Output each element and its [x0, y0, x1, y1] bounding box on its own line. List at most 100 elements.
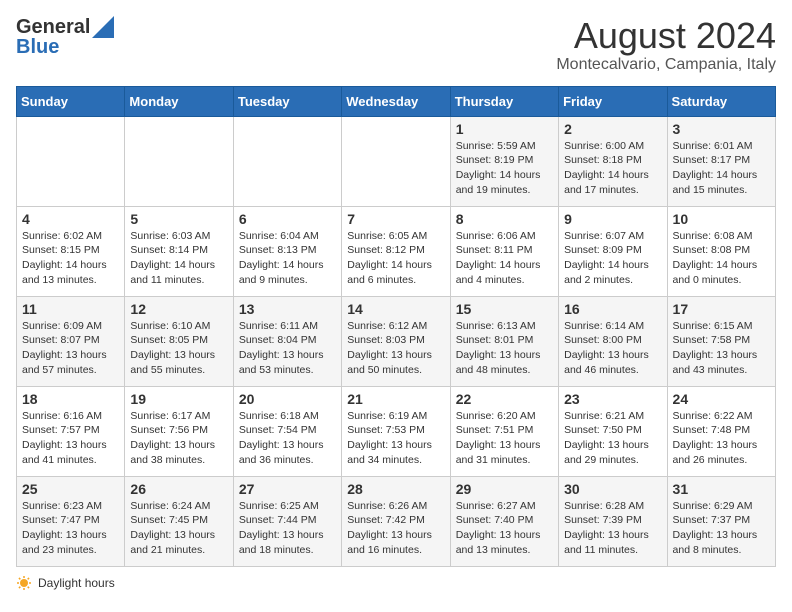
- calendar-cell: [233, 116, 341, 206]
- calendar-cell: 19 Sunrise: 6:17 AMSunset: 7:56 PMDayligh…: [125, 386, 233, 476]
- day-info: Sunrise: 6:02 AMSunset: 8:15 PMDaylight:…: [22, 229, 119, 288]
- calendar-cell: 2 Sunrise: 6:00 AMSunset: 8:18 PMDaylight…: [559, 116, 667, 206]
- calendar-cell: [342, 116, 450, 206]
- day-info: Sunrise: 6:12 AMSunset: 8:03 PMDaylight:…: [347, 319, 444, 378]
- calendar-cell: 6 Sunrise: 6:04 AMSunset: 8:13 PMDaylight…: [233, 206, 341, 296]
- day-number: 27: [239, 481, 336, 497]
- calendar-cell: 8 Sunrise: 6:06 AMSunset: 8:11 PMDaylight…: [450, 206, 558, 296]
- day-number: 20: [239, 391, 336, 407]
- calendar-cell: 23Sunrise: 6:21 AMSunset: 7:50 PMDayligh…: [559, 386, 667, 476]
- day-number: 3: [673, 121, 770, 137]
- day-info: Sunrise: 6:04 AMSunset: 8:13 PMDaylight:…: [239, 229, 336, 288]
- calendar-cell: 9 Sunrise: 6:07 AMSunset: 8:09 PMDaylight…: [559, 206, 667, 296]
- day-number: 16: [564, 301, 661, 317]
- day-info: Sunrise: 6:27 AMSunset: 7:40 PMDaylight:…: [456, 499, 553, 558]
- day-number: 31: [673, 481, 770, 497]
- day-number: 24: [673, 391, 770, 407]
- calendar-cell: [17, 116, 125, 206]
- calendar-cell: 25Sunrise: 6:23 AMSunset: 7:47 PMDayligh…: [17, 476, 125, 566]
- day-number: 6: [239, 211, 336, 227]
- day-info: Sunrise: 6:03 AMSunset: 8:14 PMDaylight:…: [130, 229, 227, 288]
- day-info: Sunrise: 6:20 AMSunset: 7:51 PMDaylight:…: [456, 409, 553, 468]
- logo: General Blue: [16, 16, 114, 58]
- day-number: 9: [564, 211, 661, 227]
- day-info: Sunrise: 6:01 AMSunset: 8:17 PMDaylight:…: [673, 139, 770, 198]
- col-friday: Friday: [559, 86, 667, 116]
- calendar-header: Sunday Monday Tuesday Wednesday Thursday…: [17, 86, 776, 116]
- day-number: 7: [347, 211, 444, 227]
- day-info: Sunrise: 6:07 AMSunset: 8:09 PMDaylight:…: [564, 229, 661, 288]
- day-number: 4: [22, 211, 119, 227]
- day-info: Sunrise: 6:15 AMSunset: 7:58 PMDaylight:…: [673, 319, 770, 378]
- col-monday: Monday: [125, 86, 233, 116]
- title-block: August 2024 Montecalvario, Campania, Ita…: [556, 16, 776, 74]
- logo-general-text: General: [16, 16, 90, 38]
- page-subtitle: Montecalvario, Campania, Italy: [556, 56, 776, 74]
- calendar-cell: 28Sunrise: 6:26 AMSunset: 7:42 PMDayligh…: [342, 476, 450, 566]
- day-info: Sunrise: 6:28 AMSunset: 7:39 PMDaylight:…: [564, 499, 661, 558]
- day-info: Sunrise: 6:18 AMSunset: 7:54 PMDaylight:…: [239, 409, 336, 468]
- day-number: 30: [564, 481, 661, 497]
- week-row-3: 11 Sunrise: 6:09 AMSunset: 8:07 PMDayligh…: [17, 296, 776, 386]
- day-info: Sunrise: 6:05 AMSunset: 8:12 PMDaylight:…: [347, 229, 444, 288]
- col-sunday: Sunday: [17, 86, 125, 116]
- day-info: Sunrise: 6:29 AMSunset: 7:37 PMDaylight:…: [673, 499, 770, 558]
- calendar-cell: 26 Sunrise: 6:24 AMSunset: 7:45 PMDayligh…: [125, 476, 233, 566]
- calendar-cell: 27 Sunrise: 6:25 AMSunset: 7:44 PMDayligh…: [233, 476, 341, 566]
- calendar-cell: 29Sunrise: 6:27 AMSunset: 7:40 PMDayligh…: [450, 476, 558, 566]
- week-row-5: 25Sunrise: 6:23 AMSunset: 7:47 PMDayligh…: [17, 476, 776, 566]
- day-number: 13: [239, 301, 336, 317]
- day-number: 5: [130, 211, 227, 227]
- calendar-cell: [125, 116, 233, 206]
- sun-icon: [16, 575, 32, 591]
- day-number: 12: [130, 301, 227, 317]
- day-number: 19: [130, 391, 227, 407]
- day-number: 11: [22, 301, 119, 317]
- day-info: Sunrise: 6:00 AMSunset: 8:18 PMDaylight:…: [564, 139, 661, 198]
- footer: Daylight hours: [16, 575, 776, 591]
- day-info: Sunrise: 6:06 AMSunset: 8:11 PMDaylight:…: [456, 229, 553, 288]
- day-info: Sunrise: 6:09 AMSunset: 8:07 PMDaylight:…: [22, 319, 119, 378]
- day-info: Sunrise: 6:13 AMSunset: 8:01 PMDaylight:…: [456, 319, 553, 378]
- week-row-4: 18 Sunrise: 6:16 AMSunset: 7:57 PMDayligh…: [17, 386, 776, 476]
- col-tuesday: Tuesday: [233, 86, 341, 116]
- calendar-cell: 3 Sunrise: 6:01 AMSunset: 8:17 PMDaylight…: [667, 116, 775, 206]
- week-row-2: 4 Sunrise: 6:02 AMSunset: 8:15 PMDaylight…: [17, 206, 776, 296]
- calendar-cell: 14 Sunrise: 6:12 AMSunset: 8:03 PMDayligh…: [342, 296, 450, 386]
- day-info: Sunrise: 6:24 AMSunset: 7:45 PMDaylight:…: [130, 499, 227, 558]
- calendar-table: Sunday Monday Tuesday Wednesday Thursday…: [16, 86, 776, 567]
- col-wednesday: Wednesday: [342, 86, 450, 116]
- day-number: 10: [673, 211, 770, 227]
- day-info: Sunrise: 6:25 AMSunset: 7:44 PMDaylight:…: [239, 499, 336, 558]
- calendar-cell: 5 Sunrise: 6:03 AMSunset: 8:14 PMDaylight…: [125, 206, 233, 296]
- page-title: August 2024: [556, 16, 776, 56]
- calendar-body: 1 Sunrise: 5:59 AMSunset: 8:19 PMDaylight…: [17, 116, 776, 566]
- calendar-cell: 17Sunrise: 6:15 AMSunset: 7:58 PMDayligh…: [667, 296, 775, 386]
- day-number: 2: [564, 121, 661, 137]
- calendar-cell: 10Sunrise: 6:08 AMSunset: 8:08 PMDayligh…: [667, 206, 775, 296]
- day-number: 18: [22, 391, 119, 407]
- calendar-cell: 24 Sunrise: 6:22 AMSunset: 7:48 PMDayligh…: [667, 386, 775, 476]
- logo-icon: [92, 16, 114, 38]
- day-number: 26: [130, 481, 227, 497]
- week-row-1: 1 Sunrise: 5:59 AMSunset: 8:19 PMDaylight…: [17, 116, 776, 206]
- day-number: 15: [456, 301, 553, 317]
- day-number: 14: [347, 301, 444, 317]
- calendar-cell: 21Sunrise: 6:19 AMSunset: 7:53 PMDayligh…: [342, 386, 450, 476]
- day-info: Sunrise: 6:17 AMSunset: 7:56 PMDaylight:…: [130, 409, 227, 468]
- calendar-cell: 22Sunrise: 6:20 AMSunset: 7:51 PMDayligh…: [450, 386, 558, 476]
- calendar-cell: 16Sunrise: 6:14 AMSunset: 8:00 PMDayligh…: [559, 296, 667, 386]
- day-info: Sunrise: 5:59 AMSunset: 8:19 PMDaylight:…: [456, 139, 553, 198]
- day-info: Sunrise: 6:10 AMSunset: 8:05 PMDaylight:…: [130, 319, 227, 378]
- day-info: Sunrise: 6:26 AMSunset: 7:42 PMDaylight:…: [347, 499, 444, 558]
- day-info: Sunrise: 6:22 AMSunset: 7:48 PMDaylight:…: [673, 409, 770, 468]
- day-info: Sunrise: 6:19 AMSunset: 7:53 PMDaylight:…: [347, 409, 444, 468]
- day-number: 8: [456, 211, 553, 227]
- day-info: Sunrise: 6:16 AMSunset: 7:57 PMDaylight:…: [22, 409, 119, 468]
- day-number: 1: [456, 121, 553, 137]
- calendar-cell: 7 Sunrise: 6:05 AMSunset: 8:12 PMDaylight…: [342, 206, 450, 296]
- calendar-cell: 13Sunrise: 6:11 AMSunset: 8:04 PMDayligh…: [233, 296, 341, 386]
- daylight-label: Daylight hours: [38, 576, 115, 590]
- day-number: 25: [22, 481, 119, 497]
- calendar-cell: 4 Sunrise: 6:02 AMSunset: 8:15 PMDaylight…: [17, 206, 125, 296]
